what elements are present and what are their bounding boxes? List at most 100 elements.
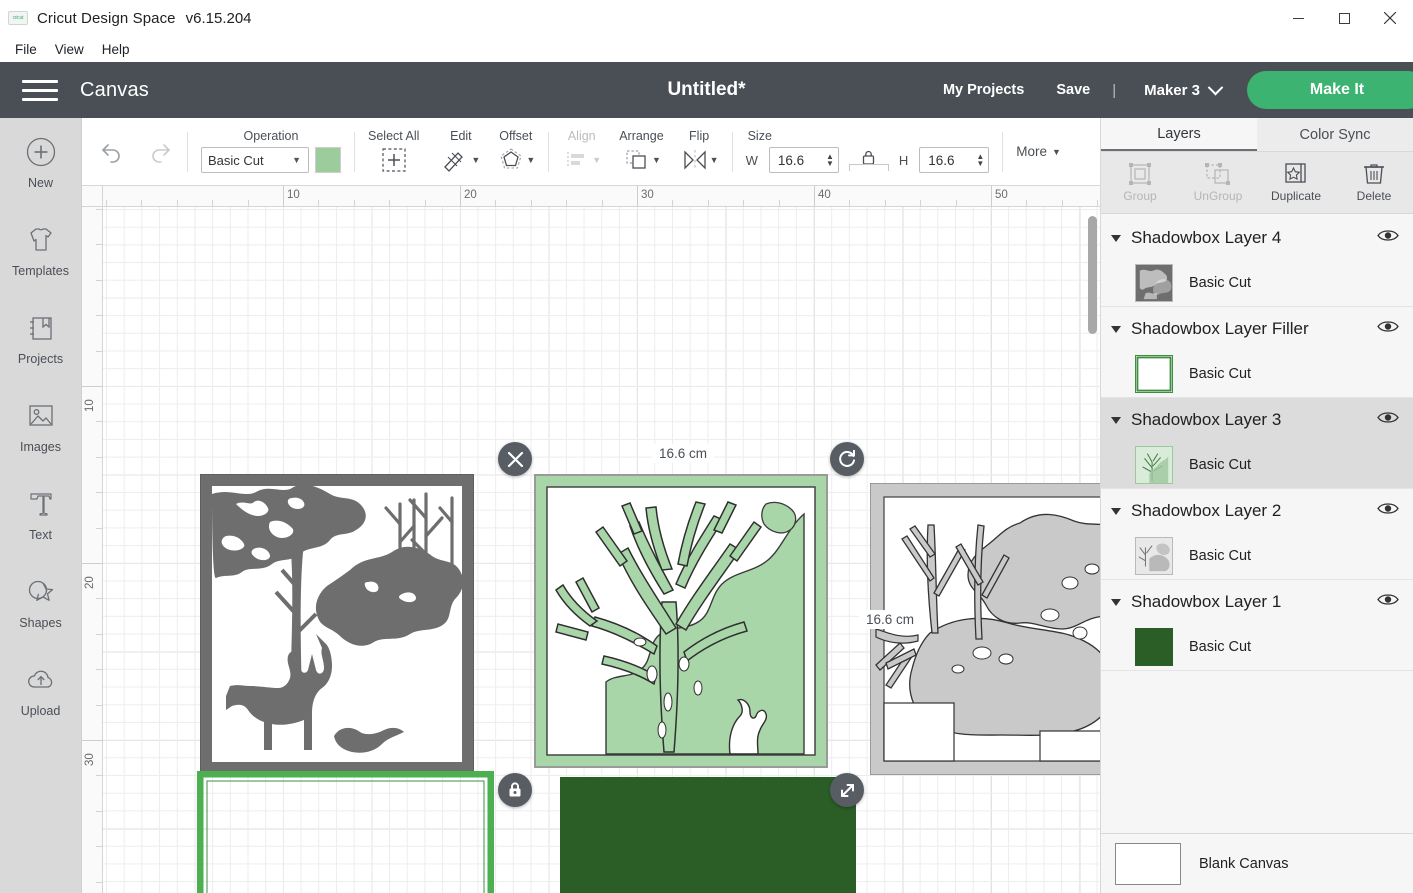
shadowbox-layer-filler-artwork[interactable] <box>197 771 494 893</box>
edit-toolbar: Operation Basic Cut ▼ Select All Edit ▼ … <box>82 118 1100 186</box>
layer-header[interactable]: Shadowbox Layer 4 <box>1101 216 1413 260</box>
shadowbox-layer-2-artwork[interactable] <box>870 483 1100 775</box>
design-canvas[interactable]: 16.6 cm 16.6 cm 10 20 30 40 50 10 20 30 <box>82 186 1100 893</box>
duplicate-button[interactable]: Duplicate <box>1257 152 1335 213</box>
header-separator: | <box>1112 81 1117 99</box>
machine-selector[interactable]: Maker 3 <box>1122 79 1235 99</box>
visibility-toggle-icon[interactable] <box>1377 410 1399 430</box>
horizontal-ruler[interactable]: 10 20 30 40 50 <box>103 186 1100 207</box>
visibility-toggle-icon[interactable] <box>1377 592 1399 612</box>
aspect-lock-bracket <box>848 164 889 171</box>
arrange-button[interactable] <box>622 146 652 174</box>
layer-child-row[interactable]: Basic Cut <box>1101 624 1413 670</box>
layer-header[interactable]: Shadowbox Layer 1 <box>1101 580 1413 624</box>
layer-child-row[interactable]: Basic Cut <box>1101 533 1413 579</box>
trash-icon <box>1364 164 1384 184</box>
chevron-down-icon[interactable] <box>1111 507 1121 515</box>
shadowbox-layer-3-artwork[interactable] <box>534 474 828 768</box>
menu-view[interactable]: View <box>46 39 93 60</box>
flip-button[interactable] <box>680 146 710 174</box>
layer-header[interactable]: Shadowbox Layer 3 <box>1101 398 1413 442</box>
sidebar-item-new[interactable]: New <box>0 118 81 206</box>
operation-select[interactable]: Basic Cut ▼ <box>201 147 309 173</box>
make-it-button[interactable]: Make It <box>1247 71 1413 109</box>
shadowbox-layer-1-artwork[interactable] <box>560 777 856 893</box>
redo-button[interactable] <box>144 138 174 166</box>
ruler-minor-tick <box>389 200 391 206</box>
save-button[interactable]: Save <box>1040 82 1106 98</box>
chevron-down-icon[interactable] <box>1111 416 1121 424</box>
visibility-toggle-icon[interactable] <box>1377 319 1399 339</box>
blank-canvas-label: Blank Canvas <box>1199 855 1289 872</box>
height-input[interactable]: 16.6 ▲ ▼ <box>919 147 990 173</box>
close-icon <box>507 451 523 467</box>
hamburger-icon[interactable] <box>22 75 58 105</box>
menu-help[interactable]: Help <box>93 39 139 60</box>
layer-row[interactable]: Shadowbox Layer 3 Basic Cut <box>1101 398 1413 489</box>
width-input[interactable]: 16.6 ▲ ▼ <box>768 147 839 173</box>
cricut-logo-icon: cricut <box>8 11 28 25</box>
sidebar-item-images[interactable]: Images <box>0 382 81 470</box>
visibility-toggle-icon[interactable] <box>1377 501 1399 521</box>
sidebar-item-templates[interactable]: Templates <box>0 206 81 294</box>
sidebar-item-projects[interactable]: Projects <box>0 294 81 382</box>
layer-child-row[interactable]: Basic Cut <box>1101 442 1413 488</box>
more-button[interactable]: More ▼ <box>1016 144 1061 159</box>
sidebar-item-upload[interactable]: Upload <box>0 646 81 734</box>
aspect-lock-button[interactable] <box>848 149 889 171</box>
canvas-vertical-scrollbar[interactable] <box>1088 216 1097 334</box>
vertical-ruler[interactable]: 10 20 30 <box>82 207 103 893</box>
layer-row[interactable]: Shadowbox Layer 4 Basic Cut <box>1101 216 1413 307</box>
delete-selection-handle[interactable] <box>498 442 532 476</box>
visibility-toggle-icon[interactable] <box>1377 228 1399 248</box>
height-stepper[interactable]: ▲ ▼ <box>976 153 984 168</box>
chevron-down-icon[interactable]: ▼ <box>652 155 661 165</box>
ungroup-button[interactable]: UnGroup <box>1179 152 1257 213</box>
lock-selection-handle[interactable] <box>498 773 532 807</box>
operation-color-swatch[interactable] <box>315 147 341 173</box>
sidebar-item-label: Upload <box>20 703 61 718</box>
ruler-minor-tick <box>96 633 102 635</box>
ruler-minor-tick <box>495 200 497 206</box>
chevron-down-icon[interactable]: ▼ <box>526 155 535 165</box>
ruler-minor-tick <box>96 279 102 281</box>
layer-row[interactable]: Shadowbox Layer 1 Basic Cut <box>1101 580 1413 671</box>
left-sidebar: New Templates Projects Images Text Shape… <box>0 118 82 893</box>
my-projects-button[interactable]: My Projects <box>927 82 1040 98</box>
group-button[interactable]: Group <box>1101 152 1179 213</box>
offset-button[interactable] <box>496 146 526 174</box>
chevron-down-icon[interactable] <box>1111 234 1121 242</box>
close-button[interactable] <box>1367 0 1413 36</box>
rotate-selection-handle[interactable] <box>830 442 864 476</box>
chevron-down-icon[interactable]: ▼ <box>710 155 719 165</box>
minimize-button[interactable] <box>1275 0 1321 36</box>
layer-child-row[interactable]: Basic Cut <box>1101 260 1413 306</box>
undo-button[interactable] <box>98 138 128 166</box>
edit-label: Edit <box>450 129 472 143</box>
menu-file[interactable]: File <box>6 39 46 60</box>
layer-child-row[interactable]: Basic Cut <box>1101 351 1413 397</box>
blank-canvas-thumbnail[interactable] <box>1115 842 1181 885</box>
chevron-down-icon[interactable] <box>1111 598 1121 606</box>
chevron-down-icon[interactable]: ▼ <box>471 155 480 165</box>
height-value: 16.6 <box>928 152 955 168</box>
ruler-minor-tick <box>707 200 709 206</box>
delete-button[interactable]: Delete <box>1335 152 1413 213</box>
chevron-down-icon[interactable] <box>1111 325 1121 333</box>
tab-color-sync[interactable]: Color Sync <box>1257 118 1413 151</box>
maximize-button[interactable] <box>1321 0 1367 36</box>
layers-list[interactable]: Shadowbox Layer 4 Basic Cut Shadowbox La… <box>1101 216 1413 833</box>
sidebar-item-text[interactable]: Text <box>0 470 81 558</box>
width-stepper[interactable]: ▲ ▼ <box>826 153 834 168</box>
layer-row[interactable]: Shadowbox Layer Filler Basic Cut <box>1101 307 1413 398</box>
layer-header[interactable]: Shadowbox Layer Filler <box>1101 307 1413 351</box>
select-all-button[interactable] <box>379 146 409 174</box>
layer-row[interactable]: Shadowbox Layer 2 Basic Cut <box>1101 489 1413 580</box>
shadowbox-layer-4-artwork[interactable] <box>200 474 474 774</box>
edit-button[interactable] <box>441 146 471 174</box>
sidebar-item-shapes[interactable]: Shapes <box>0 558 81 646</box>
layer-header[interactable]: Shadowbox Layer 2 <box>1101 489 1413 533</box>
canvas-background-row[interactable]: Blank Canvas <box>1101 833 1413 893</box>
resize-selection-handle[interactable] <box>830 773 864 807</box>
tab-layers[interactable]: Layers <box>1101 118 1257 151</box>
